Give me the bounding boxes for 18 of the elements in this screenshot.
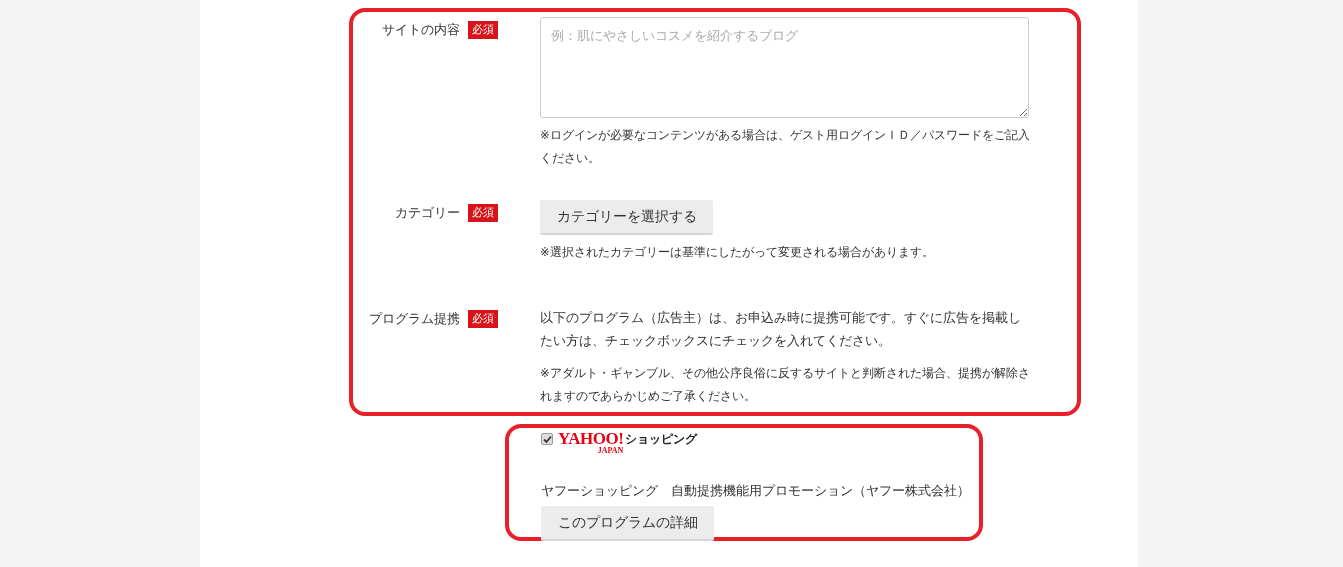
note-text: ※選択されたカテゴリーは基準にしたがって変更される場合があります。 [540, 244, 935, 261]
site-description-field[interactable]: 例：肌にやさしいコスメを紹介するブログ [540, 17, 1029, 118]
checkbox[interactable] [541, 433, 553, 445]
logo-subtext: JAPAN [597, 446, 624, 455]
logo-text: YAHOO! [558, 432, 624, 446]
field-label: カテゴリー [395, 204, 460, 222]
note-text: ※ログインが必要なコンテンツがある場合は、ゲスト用ログインＩＤ／パスワードをご記入ください。 [540, 127, 1030, 167]
service-label: ショッピング [625, 432, 698, 447]
required-badge: 必須 [468, 21, 498, 39]
category-button[interactable]: カテゴリーを選択する [540, 200, 713, 235]
description-text: 以下のプログラム（広告主）は、お申込み時に提携可能です。すぐに広告を掲載したい方は、チェックボックスにチェックを入れてください。 [540, 309, 1022, 350]
required-badge: 必須 [468, 310, 498, 328]
program-details-button[interactable]: このプログラムの詳細 [541, 506, 714, 541]
field-label: プログラム提携 [369, 310, 460, 328]
field-label: サイトの内容 [382, 21, 460, 39]
required-badge: 必須 [468, 204, 498, 222]
note-text: ※アダルト・ギャンブル、その他公序良俗に反するサイトと判断された場合、提携が解除されますのであらかじめご了承ください。 [540, 365, 1030, 405]
program-title: ヤフーショッピング 自動提携機能用プロモーション（ヤフー株式会社） [541, 482, 971, 500]
